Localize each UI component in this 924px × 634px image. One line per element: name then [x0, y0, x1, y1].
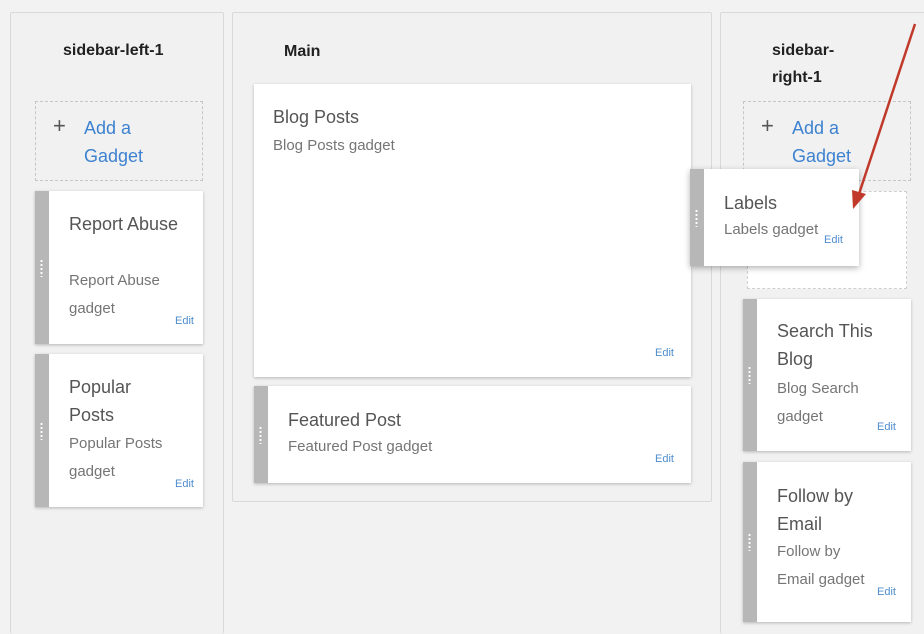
annotation-arrow	[852, 23, 917, 209]
